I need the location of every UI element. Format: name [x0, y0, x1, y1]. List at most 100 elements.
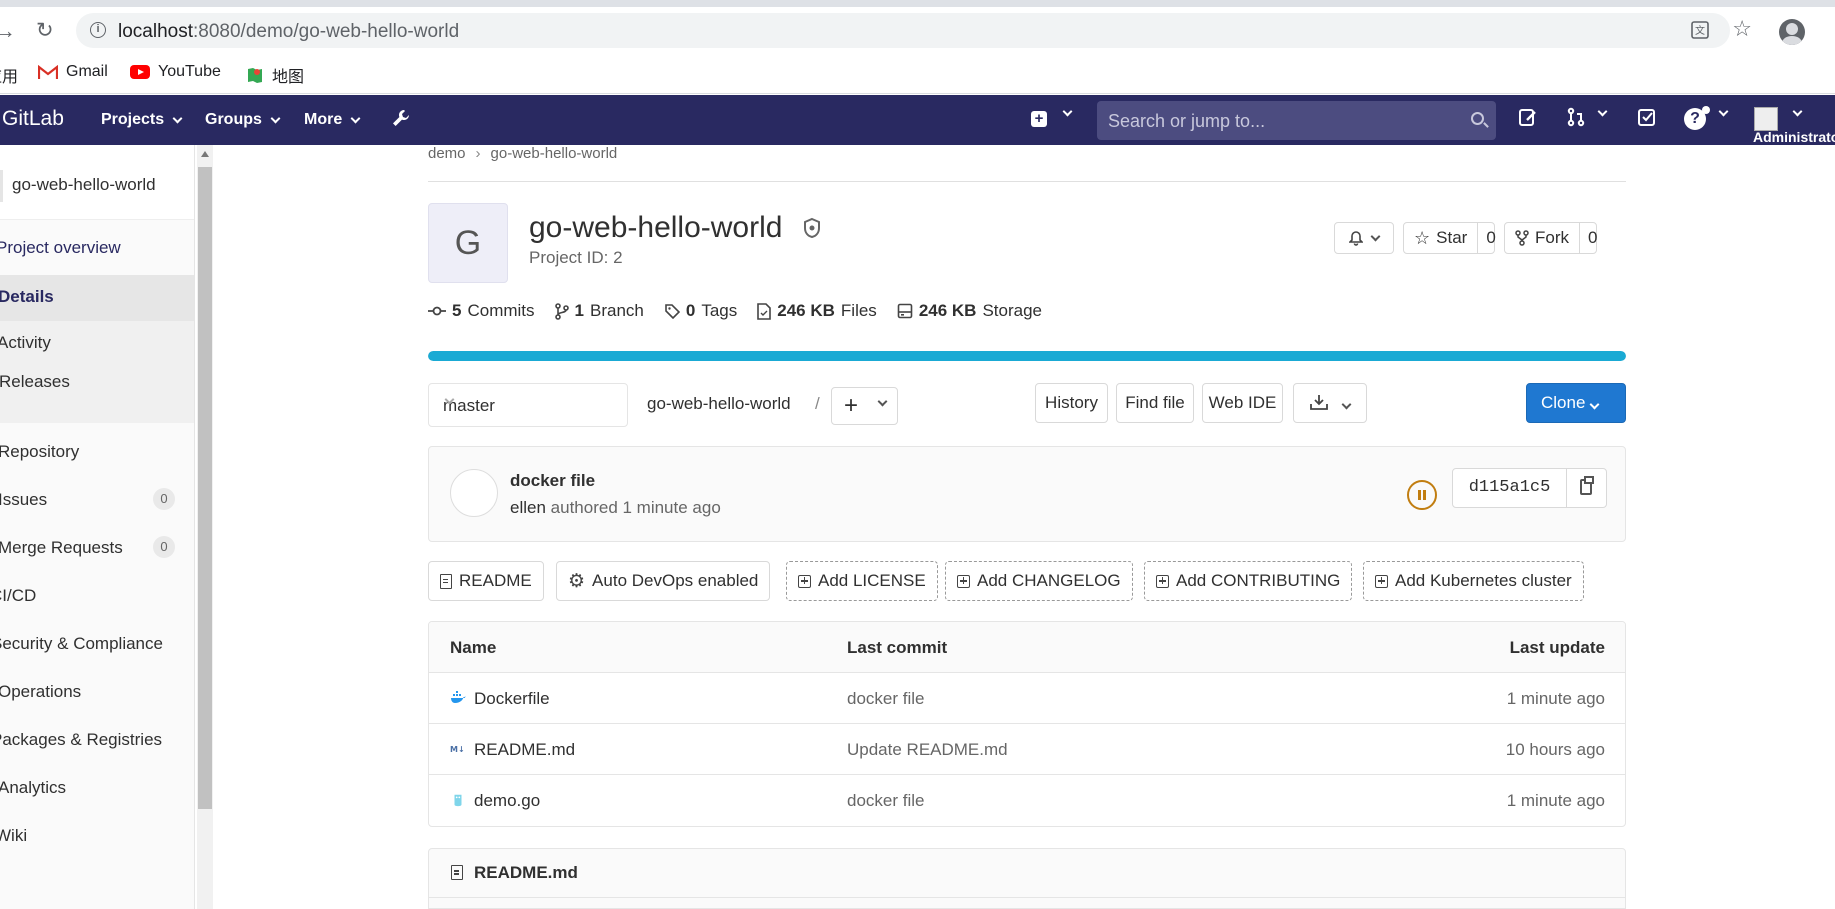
file-commit[interactable]: docker file — [847, 689, 924, 709]
youtube-icon — [130, 65, 150, 79]
search-icon — [1471, 112, 1484, 125]
sidebar-item-operations[interactable]: Operations — [0, 682, 193, 702]
sidebar-item-wiki[interactable]: Wiki — [0, 826, 190, 846]
commit-title[interactable]: docker file — [510, 471, 595, 491]
sidebar-item-releases[interactable]: Releases — [0, 372, 194, 392]
new-item-icon[interactable]: + — [1031, 111, 1047, 127]
chevron-down-icon[interactable] — [1718, 106, 1729, 117]
file-name[interactable]: Dockerfile — [474, 689, 550, 709]
bookmark-youtube[interactable]: YouTube — [130, 63, 221, 81]
sidebar-project-header[interactable]: go-web-hello-world — [0, 145, 194, 220]
add-license-button[interactable]: Add LICENSE — [786, 561, 938, 601]
commit-author-avatar[interactable] — [450, 469, 498, 517]
chevron-down-icon[interactable] — [1062, 106, 1073, 117]
admin-wrench-icon[interactable] — [390, 107, 412, 129]
issues-icon[interactable] — [1518, 107, 1538, 127]
profile-avatar-icon[interactable] — [1779, 19, 1805, 45]
download-button[interactable] — [1293, 383, 1367, 423]
sidebar-item-analytics[interactable]: Analytics — [0, 778, 193, 798]
sidebar-item-issues[interactable]: Issues 0 — [0, 488, 194, 520]
add-contributing-button[interactable]: Add CONTRIBUTING — [1144, 561, 1353, 601]
fork-button[interactable]: Fork 0 — [1504, 222, 1597, 254]
sidebar-project-name[interactable]: go-web-hello-world — [12, 175, 156, 195]
readme-title[interactable]: README.md — [474, 863, 578, 883]
file-updated: 1 minute ago — [1506, 689, 1605, 708]
user-avatar[interactable] — [1754, 107, 1778, 131]
add-to-tree-button[interactable]: + — [831, 387, 898, 425]
stat-branch[interactable]: 1 Branch — [554, 301, 644, 321]
breadcrumb-demo[interactable]: demo — [428, 145, 466, 162]
find-file-button[interactable]: Find file — [1116, 383, 1194, 423]
reload-icon[interactable]: ↻ — [36, 18, 54, 43]
svg-text:文: 文 — [1695, 24, 1705, 37]
stat-tags[interactable]: 0 Tags — [664, 301, 737, 321]
plus-square-icon — [957, 574, 970, 588]
history-button[interactable]: History — [1035, 383, 1108, 423]
stat-storage[interactable]: 246 KB Storage — [897, 301, 1042, 321]
sidebar-item-activity[interactable]: Activity — [0, 333, 192, 353]
sidebar-item-project-overview[interactable]: Project overview — [0, 238, 191, 258]
copy-sha-button[interactable] — [1567, 469, 1606, 507]
clone-button[interactable]: Clone — [1526, 383, 1626, 423]
stat-files[interactable]: 246 KB Files — [757, 301, 877, 321]
nav-projects[interactable]: Projects — [101, 111, 183, 129]
notification-dropdown-button[interactable] — [1334, 222, 1394, 254]
sidebar-item-security[interactable]: Security & Compliance — [0, 634, 186, 654]
add-kubernetes-button[interactable]: Add Kubernetes cluster — [1363, 561, 1584, 601]
chevron-down-icon[interactable] — [1597, 106, 1608, 117]
translate-icon[interactable]: 文 — [1690, 20, 1710, 40]
sidebar-item-packages[interactable]: Packages & Registries — [0, 730, 186, 750]
chevron-down-icon[interactable] — [1792, 106, 1803, 117]
table-row[interactable]: Dockerfile docker file 1 minute ago — [429, 673, 1625, 724]
branch-selector[interactable]: master — [428, 383, 628, 427]
address-bar[interactable]: i localhost:8080/demo/go-web-hello-world… — [76, 13, 1752, 48]
table-row[interactable]: demo.go docker file 1 minute ago — [429, 775, 1625, 826]
sidebar-item-cicd[interactable]: CI/CD — [0, 586, 185, 606]
pipeline-paused-icon[interactable] — [1407, 480, 1437, 510]
merge-requests-icon[interactable] — [1566, 107, 1586, 127]
browser-menu-icon[interactable]: ⋮ — [1826, 19, 1835, 41]
todos-icon[interactable] — [1637, 107, 1657, 127]
scrollbar-thumb[interactable] — [198, 167, 212, 809]
bookmark-apps[interactable]: 应用 — [0, 63, 18, 87]
file-name[interactable]: README.md — [474, 740, 575, 760]
user-name-label[interactable]: Administrator — [1753, 129, 1835, 145]
readme-button[interactable]: README — [428, 561, 544, 601]
star-count[interactable]: 0 — [1477, 223, 1503, 253]
repo-path-breadcrumb[interactable]: go-web-hello-world — [647, 394, 791, 414]
table-row[interactable]: M↓ README.md Update README.md 10 hours a… — [429, 724, 1625, 775]
sidebar-scrollbar[interactable] — [197, 145, 213, 909]
file-icon — [451, 865, 463, 880]
web-ide-button[interactable]: Web IDE — [1202, 383, 1283, 423]
file-commit[interactable]: docker file — [847, 791, 924, 811]
sidebar-item-repository[interactable]: Repository — [0, 442, 193, 462]
bookmark-star-icon[interactable]: ☆ — [1732, 16, 1752, 42]
commit-sha[interactable]: d115a1c5 — [1453, 469, 1567, 507]
fork-count[interactable]: 0 — [1579, 223, 1605, 253]
commit-sha-group: d115a1c5 — [1452, 468, 1607, 508]
project-id: Project ID: 2 — [529, 248, 623, 267]
sidebar-item-merge-requests[interactable]: Merge Requests 0 — [0, 536, 194, 568]
file-name[interactable]: demo.go — [474, 791, 540, 811]
sidebar-item-details[interactable]: Details — [0, 275, 194, 321]
repository-language-bar[interactable] — [428, 351, 1626, 361]
search-input[interactable]: Search or jump to... — [1097, 101, 1496, 140]
nav-more[interactable]: More — [304, 111, 361, 129]
add-changelog-button[interactable]: Add CHANGELOG — [945, 561, 1133, 601]
auto-devops-button[interactable]: ⚙ Auto DevOps enabled — [556, 561, 771, 601]
site-info-icon[interactable]: i — [90, 22, 106, 38]
nav-groups[interactable]: Groups — [205, 111, 281, 129]
star-button[interactable]: ☆ Star 0 — [1403, 222, 1496, 254]
url-text[interactable]: localhost:8080/demo/go-web-hello-world — [118, 21, 459, 43]
bookmark-gmail[interactable]: Gmail — [38, 63, 108, 81]
commit-author[interactable]: ellen — [510, 498, 546, 517]
gitlab-logo[interactable]: GitLab — [2, 107, 64, 131]
breadcrumb-project[interactable]: go-web-hello-world — [491, 145, 618, 162]
main-content: demo › go-web-hello-world G go-web-hello… — [428, 145, 1626, 909]
bookmark-maps[interactable]: 地图 — [246, 63, 304, 87]
scroll-up-arrow-icon[interactable] — [201, 151, 209, 157]
file-commit[interactable]: Update README.md — [847, 740, 1008, 760]
stat-commits[interactable]: 5 Commits — [428, 301, 535, 321]
back-arrow-icon[interactable]: → — [0, 18, 16, 44]
table-header: Name Last commit Last update — [429, 622, 1625, 673]
